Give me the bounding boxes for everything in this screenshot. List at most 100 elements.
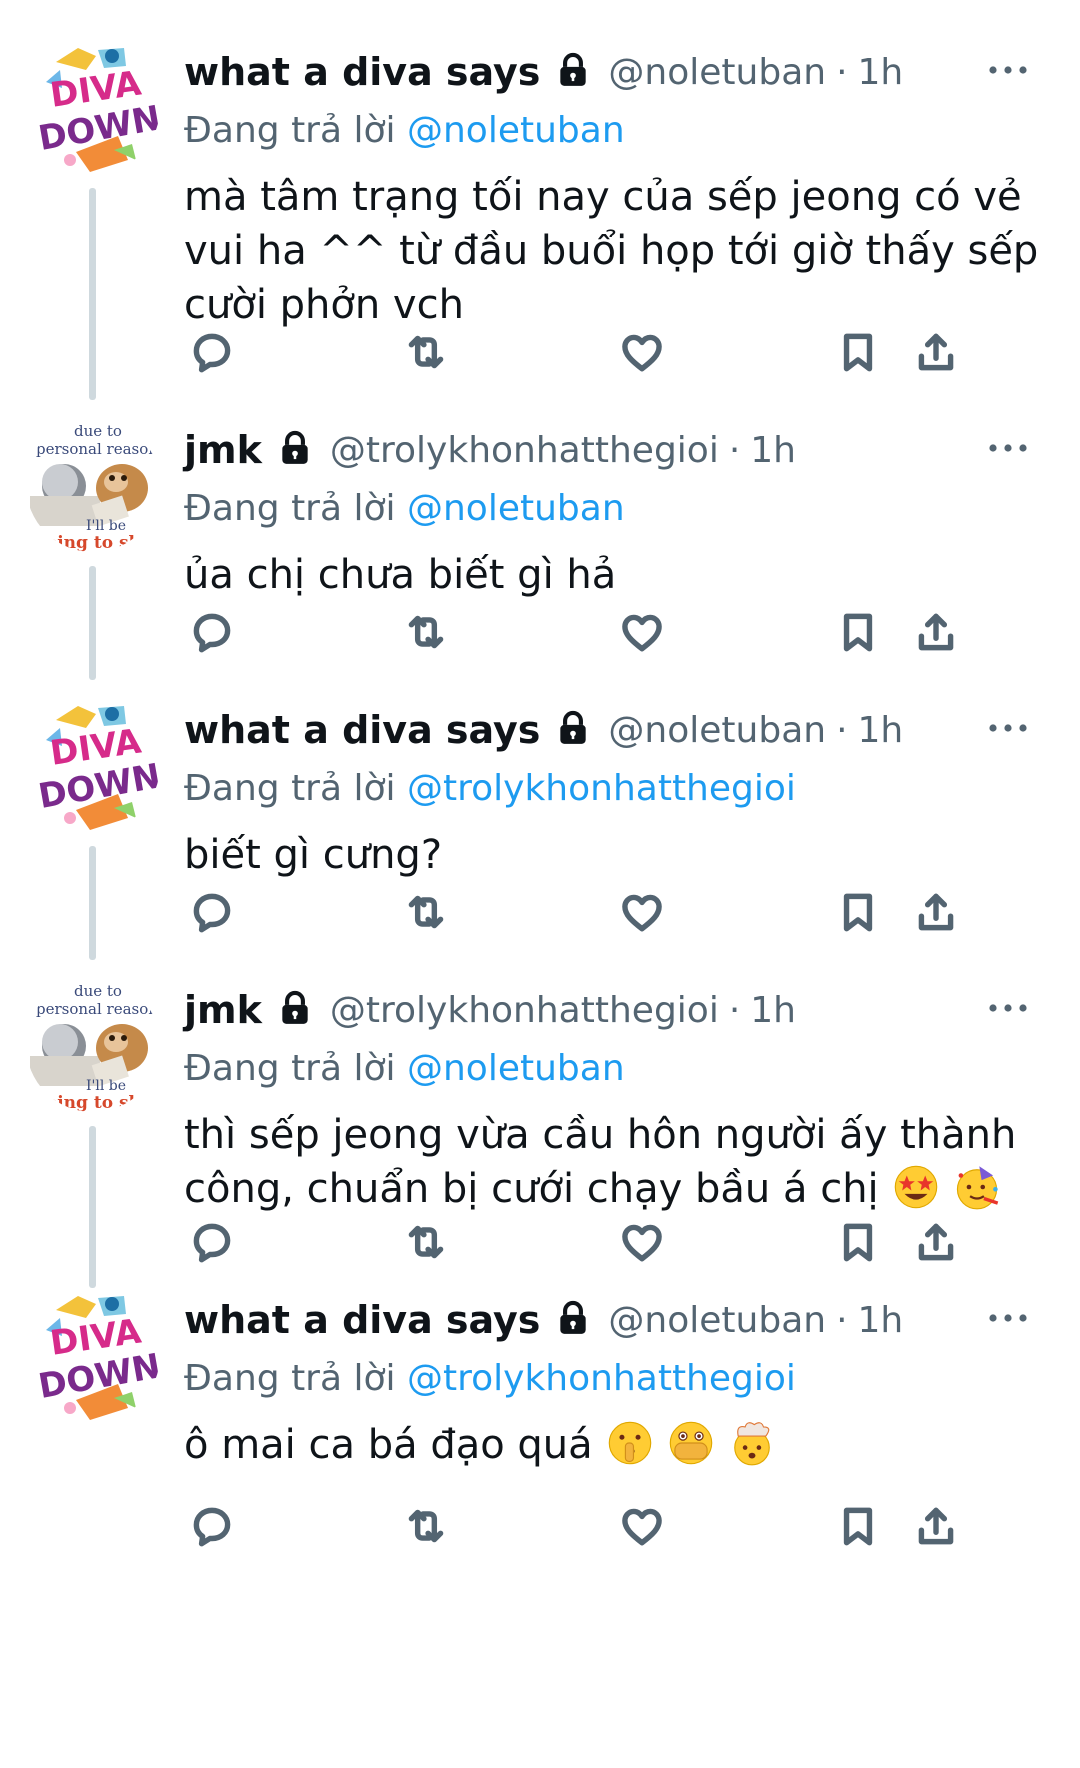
tweet-time[interactable]: 1h <box>750 430 796 471</box>
more-icon[interactable] <box>988 1002 1028 1014</box>
thread-connector-line <box>89 566 96 680</box>
bookmark-icon <box>843 893 873 932</box>
avatar-caption: due to <box>74 422 122 440</box>
like-button[interactable] <box>614 1214 670 1270</box>
more-icon[interactable] <box>988 722 1028 734</box>
like-icon <box>622 1224 662 1262</box>
like-icon <box>622 334 662 372</box>
tweet-time[interactable]: 1h <box>858 1300 904 1341</box>
share-button[interactable] <box>908 884 964 940</box>
avatar-image: due to personal reason I'll be going to … <box>26 978 160 1112</box>
retweet-icon <box>408 615 444 649</box>
reply-mention-link[interactable]: @noletuban <box>407 488 625 529</box>
diva-down-avatar[interactable] <box>26 698 160 832</box>
personal-reason-avatar[interactable]: due to personal reason I'll be going to … <box>26 418 160 552</box>
replying-to: Đang trả lời @trolykhonhatthegioi <box>184 1358 796 1399</box>
tweet[interactable]: due to personal reason I'll be going to … <box>0 418 1080 680</box>
share-button[interactable] <box>908 1214 964 1270</box>
personal-reason-avatar[interactable]: due to personal reason I'll be going to … <box>26 978 160 1112</box>
bookmark-button[interactable] <box>830 1498 886 1554</box>
tweet[interactable]: what a diva says @noletuban · 1h Đang tr… <box>0 698 1080 960</box>
bookmark-icon <box>843 1223 873 1262</box>
bookmark-icon <box>843 1507 873 1546</box>
author-name[interactable]: jmk <box>184 428 262 472</box>
author-handle[interactable]: @trolykhonhatthegioi <box>330 430 719 471</box>
share-icon <box>918 893 954 931</box>
author-name[interactable]: what a diva says <box>184 708 540 752</box>
tweet[interactable]: what a diva says @noletuban · 1h Đang tr… <box>0 1288 1080 1568</box>
face-with-open-eyes-and-hand-over-mouth-emoji <box>669 1421 713 1465</box>
tweet-actions <box>184 604 1050 660</box>
author-name[interactable]: what a diva says <box>184 1298 540 1342</box>
author-handle[interactable]: @noletuban <box>608 710 826 751</box>
reply-icon <box>193 333 231 373</box>
tweet[interactable]: what a diva says @noletuban · 1h Đang tr… <box>0 40 1080 400</box>
share-button[interactable] <box>908 604 964 660</box>
replying-to: Đang trả lời @noletuban <box>184 488 625 529</box>
avatar-caption: I'll be <box>86 1078 126 1094</box>
retweet-button[interactable] <box>398 604 454 660</box>
author-handle[interactable]: @noletuban <box>608 1300 826 1341</box>
author-handle[interactable]: @noletuban <box>608 52 826 93</box>
thread-connector-line <box>89 188 96 400</box>
more-icon[interactable] <box>988 442 1028 454</box>
bookmark-button[interactable] <box>830 884 886 940</box>
separator-dot: · <box>836 709 848 751</box>
reply-prefix: Đang trả lời <box>184 110 396 151</box>
like-icon <box>622 614 662 652</box>
tweet-time[interactable]: 1h <box>858 52 904 93</box>
lock-icon <box>554 707 592 749</box>
thread-connector-line <box>89 1126 96 1288</box>
avatar-image: due to personal reason I'll be going to … <box>26 418 160 552</box>
lock-icon <box>276 987 314 1029</box>
share-button[interactable] <box>908 324 964 380</box>
retweet-button[interactable] <box>398 324 454 380</box>
retweet-button[interactable] <box>398 1214 454 1270</box>
share-button[interactable] <box>908 1498 964 1554</box>
shushing-face-emoji <box>609 1421 652 1465</box>
reply-prefix: Đang trả lời <box>184 768 396 809</box>
replying-to: Đang trả lời @noletuban <box>184 110 625 151</box>
tweet-header: what a diva says @noletuban · 1h <box>184 1294 903 1346</box>
avatar-caption: personal reason <box>36 1000 158 1018</box>
author-handle[interactable]: @trolykhonhatthegioi <box>330 990 719 1031</box>
tweet-header: what a diva says @noletuban · 1h <box>184 46 903 98</box>
reply-mention-link[interactable]: @noletuban <box>407 110 625 151</box>
reply-button[interactable] <box>184 604 240 660</box>
author-name[interactable]: jmk <box>184 988 262 1032</box>
bookmark-button[interactable] <box>830 1214 886 1270</box>
reply-button[interactable] <box>184 884 240 940</box>
like-button[interactable] <box>614 324 670 380</box>
tweet-actions <box>184 1498 1050 1554</box>
more-icon[interactable] <box>988 64 1028 76</box>
lock-icon <box>554 49 592 91</box>
tweet-text-content: ô mai ca bá đạo quá <box>184 1422 593 1468</box>
like-button[interactable] <box>614 1498 670 1554</box>
reply-mention-link[interactable]: @noletuban <box>407 1048 625 1089</box>
retweet-button[interactable] <box>398 884 454 940</box>
reply-button[interactable] <box>184 1214 240 1270</box>
like-button[interactable] <box>614 884 670 940</box>
diva-down-avatar[interactable] <box>26 40 160 174</box>
tweet-header: jmk @trolykhonhatthegioi · 1h <box>184 424 796 476</box>
bookmark-icon <box>843 613 873 652</box>
tweet-time[interactable]: 1h <box>858 710 904 751</box>
retweet-button[interactable] <box>398 1498 454 1554</box>
bookmark-button[interactable] <box>830 604 886 660</box>
bookmark-button[interactable] <box>830 324 886 380</box>
like-button[interactable] <box>614 604 670 660</box>
lock-icon <box>554 1297 592 1339</box>
tweet-actions <box>184 1214 1050 1270</box>
author-name[interactable]: what a diva says <box>184 50 540 94</box>
more-icon[interactable] <box>988 1312 1028 1324</box>
tweet-time[interactable]: 1h <box>750 990 796 1031</box>
avatar-caption: going to sleep <box>34 533 160 552</box>
diva-down-avatar[interactable] <box>26 1288 160 1422</box>
reply-mention-link[interactable]: @trolykhonhatthegioi <box>407 1358 796 1399</box>
tweet[interactable]: due to personal reason I'll be going to … <box>0 978 1080 1288</box>
reply-button[interactable] <box>184 1498 240 1554</box>
reply-mention-link[interactable]: @trolykhonhatthegioi <box>407 768 796 809</box>
reply-icon <box>193 893 231 933</box>
retweet-icon <box>408 335 444 369</box>
reply-button[interactable] <box>184 324 240 380</box>
